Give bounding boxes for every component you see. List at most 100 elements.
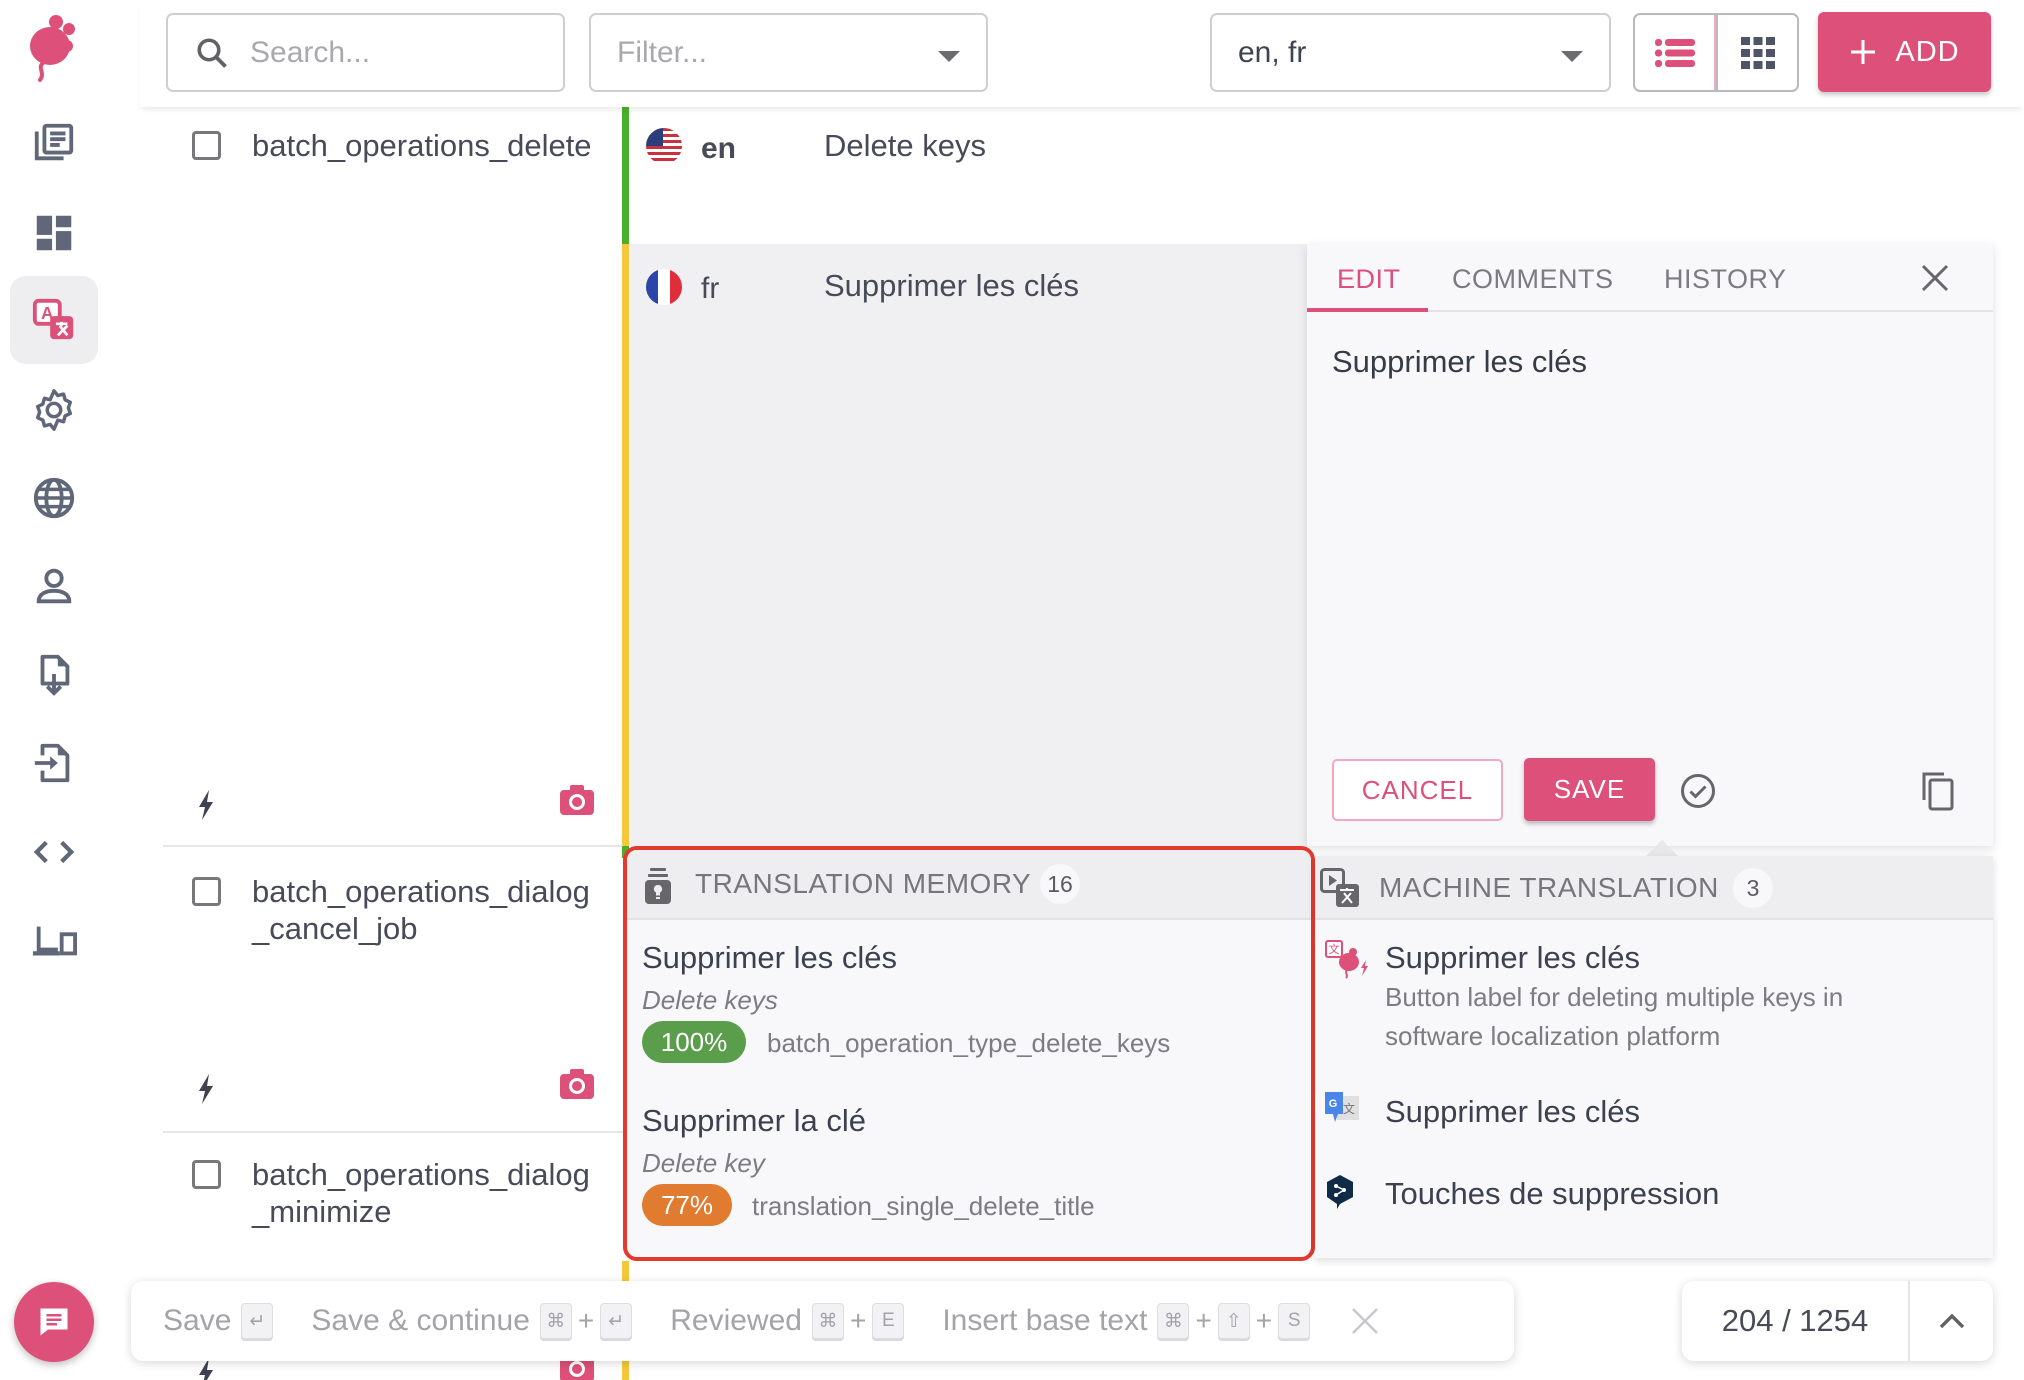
row-divider xyxy=(163,845,623,847)
cancel-button[interactable]: CANCEL xyxy=(1332,759,1503,821)
translation-editor-panel: EDIT COMMENTS HISTORY Supprimer les clés… xyxy=(1307,244,1993,862)
editor-tabs: EDIT COMMENTS HISTORY xyxy=(1307,244,1993,312)
sidebar-item-projects[interactable] xyxy=(10,99,98,187)
shortcut-save-continue: Save & continue ⌘ + ↵ xyxy=(311,1303,633,1339)
translation-memory-count: 16 xyxy=(1040,864,1080,904)
list-view-icon xyxy=(1654,38,1695,67)
command-key: ⌘ xyxy=(811,1303,844,1339)
screenshot-camera-icon[interactable] xyxy=(560,1069,594,1099)
translate-icon: A xyxy=(32,298,74,340)
sidebar-item-translations[interactable]: A xyxy=(10,276,98,364)
close-icon[interactable] xyxy=(1917,260,1953,296)
pagination: 204 / 1254 xyxy=(1682,1281,1993,1361)
translation-memory-panel: TRANSLATION MEMORY 16 Supprimer les clés… xyxy=(623,846,1315,1261)
import-icon xyxy=(40,654,70,696)
sidebar-item-members[interactable] xyxy=(10,542,98,630)
key-checkbox[interactable] xyxy=(192,877,221,906)
tolgee-ai-provider-icon: 文 xyxy=(1325,940,1368,979)
command-key: ⌘ xyxy=(1157,1303,1190,1339)
command-key: ⌘ xyxy=(539,1303,572,1339)
machine-translation-panel: MACHINE TRANSLATION 3 文 Supprimer les cl… xyxy=(1315,856,1993,1258)
projects-icon xyxy=(34,123,74,161)
translation-memory-title: TRANSLATION MEMORY xyxy=(695,868,1032,899)
search-input[interactable]: Search... xyxy=(166,13,565,92)
grid-view-button[interactable] xyxy=(1716,15,1797,90)
save-button[interactable]: SAVE xyxy=(1524,758,1655,821)
lightning-icon[interactable] xyxy=(196,1358,216,1380)
keyboard-shortcuts-bar: Save ↵ Save & continue ⌘ + ↵ Reviewed ⌘ … xyxy=(131,1281,1514,1361)
devices-icon xyxy=(32,926,77,956)
tm-item-base-text: Delete key xyxy=(642,1148,765,1178)
mt-item-description: Button label for deleting multiple keys … xyxy=(1385,982,1844,1051)
chat-button[interactable] xyxy=(14,1282,94,1362)
key-name[interactable]: batch_operations_delete xyxy=(252,127,592,164)
tab-comments[interactable]: COMMENTS xyxy=(1452,264,1614,295)
sidebar-item-integrations[interactable] xyxy=(10,896,98,984)
filter-placeholder: Filter... xyxy=(617,35,708,69)
tm-match-badge: 77% xyxy=(642,1184,732,1226)
list-view-button[interactable] xyxy=(1635,15,1716,90)
pagination-counter: 204 / 1254 xyxy=(1682,1281,1910,1361)
tab-edit[interactable]: EDIT xyxy=(1337,264,1401,295)
sidebar-item-import[interactable] xyxy=(10,630,98,718)
shortcut-save: Save ↵ xyxy=(163,1303,274,1339)
mt-item-text: Touches de suppression xyxy=(1385,1176,1720,1211)
flag-us-icon xyxy=(646,128,682,164)
key-name[interactable]: batch_operations_dialog _cancel_job xyxy=(252,873,590,947)
copy-icon[interactable] xyxy=(1920,770,1956,812)
enter-key: ↵ xyxy=(241,1303,274,1339)
machine-translation-count: 3 xyxy=(1733,868,1773,908)
language-select-value: en, fr xyxy=(1238,35,1307,69)
tm-match-badge: 100% xyxy=(642,1021,746,1063)
sidebar-item-languages[interactable] xyxy=(10,454,98,542)
user-icon xyxy=(36,568,72,604)
add-key-label: ADD xyxy=(1895,35,1960,68)
code-icon xyxy=(33,840,75,864)
translation-text-en[interactable]: Delete keys xyxy=(824,128,986,164)
sidebar-item-export[interactable] xyxy=(10,719,98,807)
add-key-button[interactable]: ADD xyxy=(1818,12,1991,92)
tab-history[interactable]: HISTORY xyxy=(1664,264,1787,295)
screenshot-camera-icon[interactable] xyxy=(560,785,594,815)
lightning-icon[interactable] xyxy=(196,1074,216,1104)
svg-text:G: G xyxy=(1329,1098,1338,1110)
shortcut-insert-base: Insert base text ⌘ + ⇧ + S xyxy=(942,1303,1311,1339)
lightning-icon[interactable] xyxy=(196,790,216,820)
translation-memory-header: TRANSLATION MEMORY 16 xyxy=(627,850,1311,920)
key-checkbox[interactable] xyxy=(192,131,221,160)
machine-translation-header: MACHINE TRANSLATION 3 xyxy=(1315,856,1993,920)
tm-item-text: Supprimer les clés xyxy=(642,940,897,975)
machine-translation-icon xyxy=(1320,868,1359,907)
scroll-top-button[interactable] xyxy=(1910,1281,1993,1361)
export-icon xyxy=(34,743,70,783)
sidebar-item-dashboard[interactable] xyxy=(10,189,98,277)
deepl-icon xyxy=(1327,1175,1353,1209)
language-select[interactable]: en, fr xyxy=(1210,13,1611,92)
filter-select[interactable]: Filter... xyxy=(589,13,988,92)
search-icon xyxy=(197,37,227,68)
s-key: S xyxy=(1278,1303,1311,1339)
sidebar-item-settings[interactable] xyxy=(10,366,98,454)
translation-editor-input[interactable]: Supprimer les clés xyxy=(1332,344,1587,380)
svg-text:文: 文 xyxy=(1343,1101,1355,1116)
tm-item-base-text: Delete keys xyxy=(642,985,778,1015)
machine-translation-title: MACHINE TRANSLATION xyxy=(1379,872,1719,903)
tm-item-key: batch_operation_type_delete_keys xyxy=(767,1028,1171,1058)
state-indicator-untranslated xyxy=(622,244,629,846)
key-checkbox[interactable] xyxy=(192,1160,221,1189)
chevron-up-icon xyxy=(1939,1313,1964,1329)
shortcut-reviewed: Reviewed ⌘ + E xyxy=(670,1303,905,1339)
globe-icon xyxy=(33,477,75,519)
translation-cell-fr[interactable] xyxy=(629,244,1307,846)
dashboard-icon xyxy=(36,215,72,251)
tolgee-logo-icon[interactable] xyxy=(22,12,86,84)
key-name[interactable]: batch_operations_dialog _minimize xyxy=(252,1156,590,1230)
close-shortcuts-icon[interactable] xyxy=(1348,1304,1382,1338)
translation-memory-icon xyxy=(645,868,671,904)
sidebar-item-developer[interactable] xyxy=(10,808,98,896)
mark-reviewed-check-icon[interactable] xyxy=(1680,773,1716,809)
lang-code-fr: fr xyxy=(701,272,720,305)
search-placeholder: Search... xyxy=(250,35,371,69)
sidebar: A xyxy=(0,0,108,1380)
mt-item-text: Supprimer les clés xyxy=(1385,940,1640,975)
